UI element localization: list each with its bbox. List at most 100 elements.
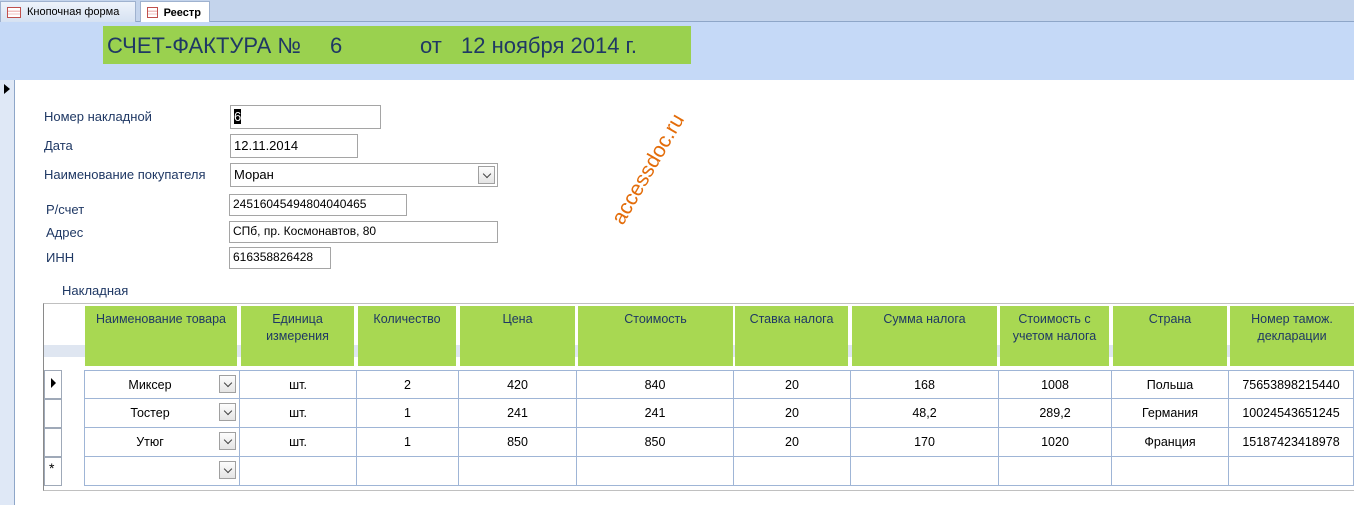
table-cell[interactable]: Тостер xyxy=(84,399,240,428)
current-record-icon xyxy=(4,84,10,94)
address-label: Адрес xyxy=(46,225,84,240)
cell-value: 10024543651245 xyxy=(1242,406,1340,420)
table-cell[interactable]: 1 xyxy=(357,428,459,457)
cell-value: 840 xyxy=(644,377,666,392)
table-cell[interactable]: 850 xyxy=(459,428,577,457)
table-cell[interactable]: 289,2 xyxy=(999,399,1112,428)
table-cell[interactable]: шт. xyxy=(240,370,357,399)
chevron-down-icon xyxy=(482,169,491,178)
table-cell[interactable]: Миксер xyxy=(84,370,240,399)
table-cell[interactable]: шт. xyxy=(240,399,357,428)
account-label: Р/счет xyxy=(46,202,85,217)
date-label: Дата xyxy=(44,138,73,153)
tab-registry[interactable]: Реестр xyxy=(140,1,210,23)
subform-label: Накладная xyxy=(62,283,129,298)
date-field[interactable]: 12.11.2014 xyxy=(230,134,358,158)
column-header: Номер тамож. декларации xyxy=(1230,306,1354,366)
product-dropdown-button[interactable] xyxy=(219,432,236,450)
address-field[interactable]: СПб, пр. Космонавтов, 80 xyxy=(229,221,498,243)
invoice-number-field[interactable]: 6 xyxy=(230,105,381,129)
cell-value: 1008 xyxy=(1041,377,1069,392)
table-cell[interactable] xyxy=(1112,457,1229,486)
product-dropdown-button[interactable] xyxy=(219,375,236,393)
table-cell[interactable] xyxy=(851,457,999,486)
column-header: Наименование товара xyxy=(85,306,237,366)
table-cell[interactable]: 20 xyxy=(734,370,851,399)
inn-field[interactable]: 616358826428 xyxy=(229,247,331,269)
table-cell[interactable] xyxy=(84,457,240,486)
chevron-down-icon xyxy=(223,464,232,473)
table-cell[interactable]: шт. xyxy=(240,428,357,457)
column-header: Количество xyxy=(358,306,456,366)
cell-value: 1020 xyxy=(1041,435,1069,449)
column-header: Единица измерения xyxy=(241,306,354,366)
row-selector[interactable] xyxy=(44,399,62,428)
cell-value: 1 xyxy=(404,435,411,449)
cell-value: Франция xyxy=(1144,435,1196,449)
table-cell[interactable]: 20 xyxy=(734,399,851,428)
account-field[interactable]: 24516045494804040465 xyxy=(229,194,407,216)
chevron-down-icon xyxy=(223,378,232,387)
cell-value: 2 xyxy=(404,377,411,392)
form-icon xyxy=(147,7,158,18)
table-cell[interactable]: Германия xyxy=(1112,399,1229,428)
cell-value: 75653898215440 xyxy=(1242,377,1340,392)
cell-value: Германия xyxy=(1141,406,1199,420)
cell-value: 20 xyxy=(785,435,799,449)
table-cell[interactable]: 1 xyxy=(357,399,459,428)
table-cell[interactable] xyxy=(734,457,851,486)
table-cell[interactable]: Франция xyxy=(1112,428,1229,457)
column-header: Страна xyxy=(1113,306,1227,366)
table-cell[interactable] xyxy=(999,457,1112,486)
row-selector[interactable]: * xyxy=(44,457,62,486)
table-cell[interactable]: 1008 xyxy=(999,370,1112,399)
table-cell[interactable]: Утюг xyxy=(84,428,240,457)
product-dropdown-button[interactable] xyxy=(219,461,236,479)
cell-value: 241 xyxy=(507,406,528,420)
buyer-combo[interactable]: Моран xyxy=(230,163,498,187)
row-selector[interactable] xyxy=(44,428,62,457)
table-cell[interactable]: Польша xyxy=(1112,370,1229,399)
table-cell[interactable]: 20 xyxy=(734,428,851,457)
table-cell[interactable] xyxy=(240,457,357,486)
table-cell[interactable]: 75653898215440 xyxy=(1229,370,1354,399)
cell-value: 168 xyxy=(914,377,935,392)
table-cell[interactable]: 420 xyxy=(459,370,577,399)
inn-label: ИНН xyxy=(46,250,75,265)
column-header: Цена xyxy=(460,306,575,366)
tab-bar: Кнопочная форма Реестр xyxy=(0,0,1354,23)
product-dropdown-button[interactable] xyxy=(219,403,236,421)
table-cell[interactable]: 15187423418978 xyxy=(1229,428,1354,457)
column-header: Стоимость xyxy=(578,306,733,366)
column-header: Сумма налога xyxy=(852,306,997,366)
table-cell[interactable]: 241 xyxy=(577,399,734,428)
table-cell[interactable]: 850 xyxy=(577,428,734,457)
column-header: Стоимость с учетом налога xyxy=(1000,306,1109,366)
invoice-title: СЧЕТ-ФАКТУРА № 6 от 12 ноября 2014 г. xyxy=(103,26,691,64)
row-selector[interactable] xyxy=(44,370,62,399)
table-cell[interactable] xyxy=(357,457,459,486)
table-cell[interactable]: 10024543651245 xyxy=(1229,399,1354,428)
table-cell[interactable]: 48,2 xyxy=(851,399,999,428)
cell-value: Польша xyxy=(1146,377,1194,392)
cell-value: шт. xyxy=(289,406,307,420)
table-cell[interactable]: 241 xyxy=(459,399,577,428)
table-cell[interactable]: 170 xyxy=(851,428,999,457)
table-cell[interactable] xyxy=(577,457,734,486)
table-cell[interactable]: 840 xyxy=(577,370,734,399)
record-selector[interactable] xyxy=(0,80,15,505)
cell-value: 850 xyxy=(507,435,528,449)
table-cell[interactable] xyxy=(1229,457,1354,486)
title-date: 12 ноября 2014 г. xyxy=(461,33,637,58)
cell-value: Утюг xyxy=(136,435,164,449)
watermark: accessdoc.ru xyxy=(607,109,690,229)
buyer-dropdown-button[interactable] xyxy=(478,166,495,184)
table-cell[interactable] xyxy=(459,457,577,486)
title-from: от xyxy=(420,33,442,58)
cell-value: 241 xyxy=(644,406,666,420)
table-cell[interactable]: 1020 xyxy=(999,428,1112,457)
table-cell[interactable]: 168 xyxy=(851,370,999,399)
table-cell[interactable]: 2 xyxy=(357,370,459,399)
cell-value: 1 xyxy=(404,406,411,420)
tab-button-form[interactable]: Кнопочная форма xyxy=(0,1,136,22)
